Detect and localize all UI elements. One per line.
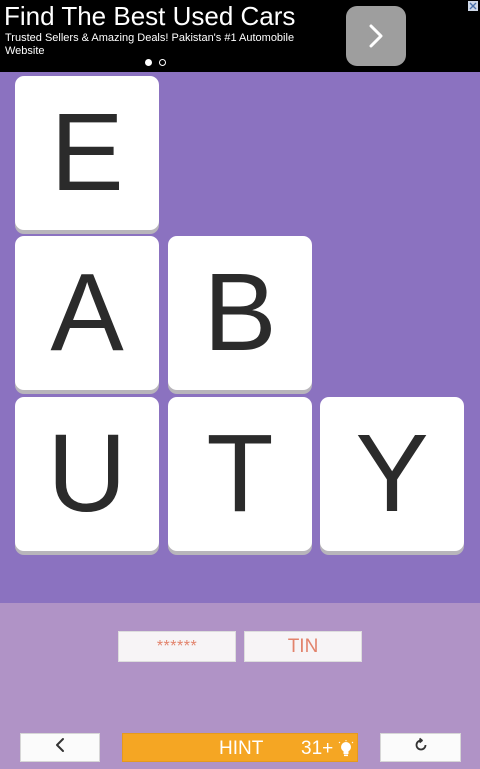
hint-label: HINT: [219, 738, 264, 759]
letter-tile[interactable]: U: [15, 397, 159, 551]
ad-close-button[interactable]: [468, 1, 478, 11]
ad-page-dot: [159, 59, 166, 66]
found-word-slot: TIN: [244, 631, 362, 662]
close-icon: [469, 0, 477, 15]
hint-button[interactable]: HINT 31+: [122, 733, 358, 762]
chevron-left-icon: [54, 737, 66, 758]
ad-page-dot-active: [145, 59, 152, 66]
letter-tile[interactable]: Y: [320, 397, 464, 551]
ad-page-indicator: [145, 59, 166, 66]
ad-subtitle[interactable]: Trusted Sellers & Amazing Deals! Pakista…: [5, 32, 325, 58]
hidden-word-slot: ******: [118, 631, 236, 662]
hint-count: 31+: [301, 738, 334, 759]
letter-tile[interactable]: A: [15, 236, 159, 390]
ad-title[interactable]: Find The Best Used Cars: [4, 2, 295, 30]
back-button[interactable]: [20, 733, 100, 762]
letter-tile[interactable]: B: [168, 236, 312, 390]
ad-banner[interactable]: Find The Best Used Cars Trusted Sellers …: [0, 0, 480, 72]
reset-button[interactable]: [380, 733, 461, 762]
lightbulb-icon: [338, 740, 354, 764]
refresh-icon: [413, 737, 429, 758]
word-panel: ****** TIN HINT 31+: [0, 603, 480, 769]
letter-tile[interactable]: E: [15, 76, 159, 230]
ad-next-button[interactable]: [346, 6, 406, 66]
letter-tile[interactable]: T: [168, 397, 312, 551]
chevron-right-icon: [365, 22, 387, 50]
letter-board: E A B U T Y: [0, 72, 480, 603]
